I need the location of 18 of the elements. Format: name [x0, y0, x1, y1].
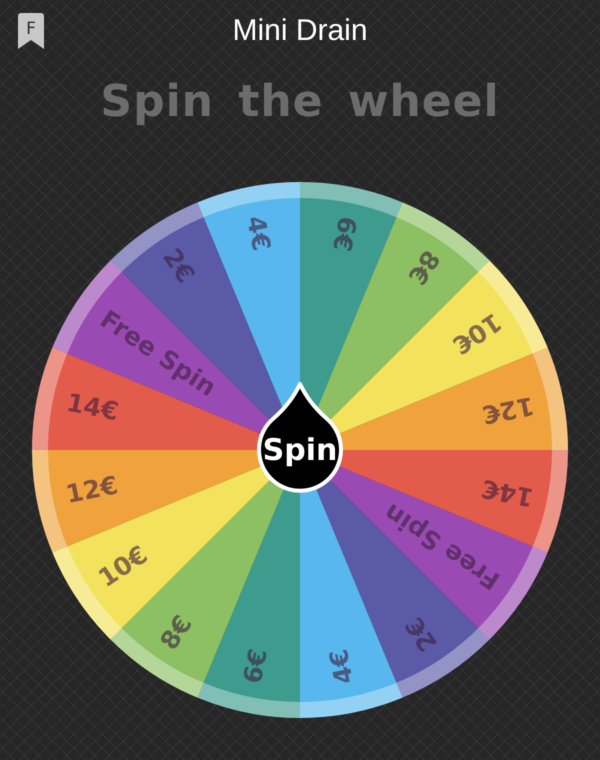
segment-label: 12€: [63, 470, 120, 510]
segment-label: 2€: [157, 243, 201, 288]
segment-label: 6€: [238, 646, 273, 686]
segment-label: 6€: [327, 214, 362, 254]
segment-label: 2€: [399, 612, 443, 657]
segment-label: 4€: [324, 646, 360, 687]
segment-label: 8€: [154, 610, 198, 656]
segment-label: 14€: [64, 388, 121, 426]
segment-label: 14€: [479, 474, 536, 512]
bookmark-badge[interactable]: F: [18, 13, 44, 49]
segment-label: 10€: [93, 540, 153, 593]
spin-button[interactable]: Spin: [257, 382, 343, 493]
segment-label: 8€: [402, 244, 446, 290]
segment-label: 4€: [240, 213, 276, 254]
segment-label: 12€: [480, 390, 537, 430]
screen-title: Mini Drain: [231, 14, 369, 48]
segment-label: 10€: [447, 307, 507, 360]
page-heading: Spin the wheel: [99, 75, 501, 129]
